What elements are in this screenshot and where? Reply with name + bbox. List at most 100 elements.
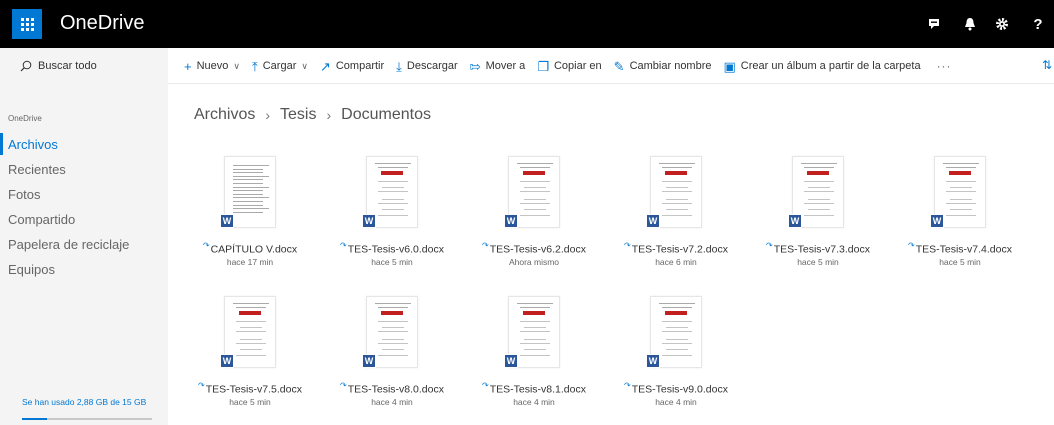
bell-icon [965,18,975,31]
sidebar-item-papelera[interactable]: Papelera de reciclaje [8,233,129,255]
help-button[interactable]: ? [1022,0,1054,48]
move-button[interactable]: ⇰ Mover a [470,60,526,73]
file-modified: hace 4 min [513,397,555,407]
chevron-down-icon: ∨ [233,60,240,71]
sync-icon: ↷ [340,241,347,250]
copy-icon: ❐ [537,58,549,74]
sync-icon: ↷ [340,381,347,390]
app-title[interactable]: OneDrive [60,12,144,35]
sidebar-item-fotos[interactable]: Fotos [8,183,41,205]
notifications-button[interactable] [954,0,986,48]
app-launcher-button[interactable] [12,9,42,39]
sync-icon: ↷ [198,381,205,390]
move-icon: ⇰ [469,58,481,74]
file-name[interactable]: ↷CAPÍTULO V.docx [180,241,320,256]
file-modified: hace 5 min [229,397,271,407]
chat-icon [929,19,939,29]
breadcrumb-item-archivos[interactable]: Archivos [194,106,255,124]
word-icon: W [788,214,802,228]
file-name[interactable]: ↷TES-Tesis-v6.2.docx [464,241,604,256]
download-icon: ⤓ [396,58,402,74]
sync-icon: ↷ [624,241,631,250]
file-tile[interactable]: W ↷TES-Tesis-v7.2.docx hace 6 min [606,156,746,276]
sidebar-item-archivos[interactable]: Archivos [8,133,58,155]
suite-bar: OneDrive ? [0,0,1054,48]
pencil-icon: ✎ [613,58,625,74]
file-modified: hace 4 min [655,397,697,407]
more-button[interactable]: ··· [933,59,952,73]
storage-bar [22,418,152,420]
chat-button[interactable] [918,0,950,48]
word-icon: W [220,214,234,228]
file-name[interactable]: ↷TES-Tesis-v8.0.docx [322,381,462,396]
file-tile[interactable]: W ↷TES-Tesis-v6.2.docx Ahora mismo [464,156,604,276]
file-tile[interactable]: W ↷TES-Tesis-v9.0.docx hace 4 min [606,296,746,416]
album-icon: ▣ [723,58,736,74]
gear-icon [996,18,1008,30]
file-modified: hace 5 min [939,257,981,267]
chevron-right-icon: › [265,107,271,123]
storage-usage-link[interactable]: Se han usado 2,88 GB de 15 GB [22,397,146,407]
file-modified: hace 5 min [797,257,839,267]
word-icon: W [220,354,234,368]
file-modified: Ahora mismo [508,257,560,267]
left-nav: OneDrive Archivos Recientes Fotos Compar… [0,84,168,425]
rename-button[interactable]: ✎ Cambiar nombre [614,60,712,73]
search-icon [20,60,32,72]
create-album-button[interactable]: ▣ Crear un álbum a partir de la carpeta [724,60,921,73]
file-tile[interactable]: W ↷TES-Tesis-v7.3.docx hace 5 min [748,156,888,276]
file-name[interactable]: ↷TES-Tesis-v7.5.docx [180,381,320,396]
download-button[interactable]: ⤓ Descargar [396,60,458,73]
file-tile[interactable]: W ↷TES-Tesis-v8.1.docx hace 4 min [464,296,604,416]
copy-button[interactable]: ❐ Copiar en [537,60,601,73]
sort-icon[interactable]: ⇅ [1042,58,1052,72]
file-modified: hace 4 min [371,397,413,407]
upload-icon: ⤒ [251,58,258,74]
file-tile[interactable]: W ↷TES-Tesis-v7.5.docx hace 5 min [180,296,320,416]
file-name[interactable]: ↷TES-Tesis-v9.0.docx [606,381,746,396]
word-icon: W [362,214,376,228]
settings-button[interactable] [986,0,1018,48]
selected-indicator [0,133,3,155]
file-modified: hace 5 min [371,257,413,267]
word-icon: W [646,354,660,368]
command-bar: Buscar todo + Nuevo ∨ ⤒ Cargar ∨ ↗ Compa… [0,48,1054,84]
breadcrumb-item-tesis[interactable]: Tesis [280,106,316,124]
word-icon: W [646,214,660,228]
nav-header: OneDrive [8,114,42,123]
file-name[interactable]: ↷TES-Tesis-v6.0.docx [322,241,462,256]
chevron-right-icon: › [326,107,332,123]
share-button[interactable]: ↗ Compartir [320,60,384,73]
sidebar-item-equipos[interactable]: Equipos [8,258,55,280]
search-placeholder: Buscar todo [38,60,97,72]
file-tile[interactable]: W ↷TES-Tesis-v8.0.docx hace 4 min [322,296,462,416]
file-name[interactable]: ↷TES-Tesis-v7.4.docx [890,241,1030,256]
file-modified: hace 17 min [226,257,274,267]
waffle-icon [20,17,34,31]
file-tile[interactable]: W ↷TES-Tesis-v7.4.docx hace 5 min [890,156,1030,276]
search-box[interactable]: Buscar todo [0,48,168,84]
new-button[interactable]: + Nuevo ∨ [184,60,240,73]
file-tile[interactable]: W ↷TES-Tesis-v6.0.docx hace 5 min [322,156,462,276]
upload-button[interactable]: ⤒ Cargar ∨ [252,60,308,73]
chevron-down-icon: ∨ [301,60,308,71]
help-icon: ? [1033,15,1043,33]
plus-icon: + [184,58,192,74]
word-icon: W [930,214,944,228]
sidebar-item-recientes[interactable]: Recientes [8,158,66,180]
sync-icon: ↷ [482,241,489,250]
sidebar-item-compartido[interactable]: Compartido [8,208,75,230]
file-name[interactable]: ↷TES-Tesis-v7.3.docx [748,241,888,256]
file-name[interactable]: ↷TES-Tesis-v8.1.docx [464,381,604,396]
more-icon: ··· [936,59,952,73]
sync-icon: ↷ [482,381,489,390]
file-name[interactable]: ↷TES-Tesis-v7.2.docx [606,241,746,256]
file-tile[interactable]: W ↷CAPÍTULO V.docx hace 17 min [180,156,320,276]
share-icon: ↗ [319,58,331,74]
word-icon: W [504,214,518,228]
file-modified: hace 6 min [655,257,697,267]
sync-icon: ↷ [908,241,915,250]
storage-bar-fill [22,418,47,420]
word-icon: W [362,354,376,368]
sync-icon: ↷ [624,381,631,390]
